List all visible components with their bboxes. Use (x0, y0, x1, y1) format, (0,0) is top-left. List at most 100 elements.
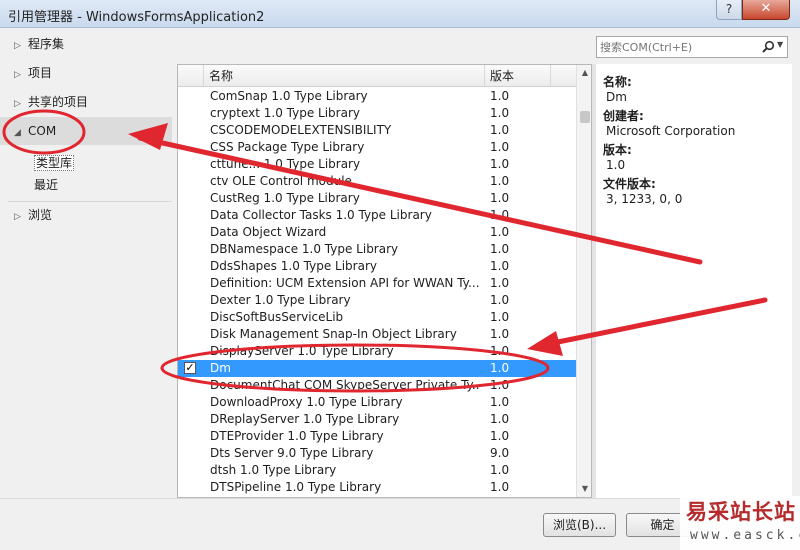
table-row[interactable]: CSCODEMODELEXTENSIBILITY 1.0 (178, 122, 576, 139)
collapse-arrow-icon: ◢ (14, 128, 21, 138)
row-checkbox[interactable] (184, 414, 195, 425)
row-checkbox[interactable] (184, 312, 195, 323)
nav-subitem-recent[interactable]: 最近 (0, 174, 172, 196)
nav-item-label: COM (28, 124, 57, 138)
row-checkbox[interactable] (184, 159, 195, 170)
row-checkbox[interactable] (184, 295, 195, 306)
row-version: 1.0 (490, 225, 510, 239)
table-row[interactable]: Definition: UCM Extension API for WWAN T… (178, 275, 576, 292)
table-row[interactable]: Data Collector Tasks 1.0 Type Library 1.0 (178, 207, 576, 224)
help-button[interactable]: ? (716, 0, 742, 20)
nav-item-shared-projects[interactable]: ▷ 共享的项目 (0, 90, 172, 114)
table-row[interactable]: DocumentChat COM SkypeServer Private Ty.… (178, 377, 576, 394)
detail-version-value: 1.0 (606, 158, 626, 172)
row-name: cttune... 1.0 Type Library (210, 157, 361, 171)
search-box[interactable]: ▼ (596, 36, 788, 58)
row-name: Data Collector Tasks 1.0 Type Library (210, 208, 432, 222)
table-row[interactable]: DiscSoftBusServiceLib 1.0 (178, 309, 576, 326)
expand-arrow-icon: ▷ (14, 70, 21, 80)
row-version: 9.0 (490, 446, 510, 460)
table-row[interactable]: Data Object Wizard 1.0 (178, 224, 576, 241)
watermark-cn: 易采站长站 (686, 499, 796, 524)
row-version: 1.0 (490, 174, 510, 188)
table-row[interactable]: Dexter 1.0 Type Library 1.0 (178, 292, 576, 309)
nav-item-label: 程序集 (28, 37, 65, 51)
row-version: 1.0 (490, 412, 510, 426)
com-reference-list: 名称 版本 ComSnap 1.0 Type Library 1.0 cryptex… (177, 64, 592, 498)
row-checkbox[interactable] (184, 380, 195, 391)
table-row[interactable]: DisplayServer 1.0 Type Library 1.0 (178, 343, 576, 360)
table-row[interactable]: cttune... 1.0 Type Library 1.0 (178, 156, 576, 173)
row-checkbox-checked[interactable]: ✓ (184, 362, 196, 374)
table-row[interactable]: CustReg 1.0 Type Library 1.0 (178, 190, 576, 207)
table-row[interactable]: dtsh 1.0 Type Library 1.0 (178, 462, 576, 479)
nav-item-label: 项目 (28, 66, 53, 80)
nav-item-assemblies[interactable]: ▷ 程序集 (0, 32, 172, 56)
row-checkbox[interactable] (184, 125, 195, 136)
row-checkbox[interactable] (184, 244, 195, 255)
table-row[interactable]: ComSnap 1.0 Type Library 1.0 (178, 88, 576, 105)
nav-item-label: 浏览 (28, 208, 53, 222)
row-checkbox[interactable] (184, 91, 195, 102)
table-row-selected[interactable]: ✓ Dm 1.0 (178, 360, 576, 377)
nav-item-projects[interactable]: ▷ 项目 (0, 61, 172, 85)
row-checkbox[interactable] (184, 142, 195, 153)
search-input[interactable] (600, 39, 760, 55)
header-version[interactable]: 版本 (485, 65, 551, 87)
row-checkbox[interactable] (184, 193, 195, 204)
row-checkbox[interactable] (184, 176, 195, 187)
row-checkbox[interactable] (184, 397, 195, 408)
nav-divider (8, 201, 172, 202)
row-name: Definition: UCM Extension API for WWAN T… (210, 276, 480, 290)
nav-item-browse[interactable]: ▷ 浏览 (0, 203, 172, 227)
row-name: Disk Management Snap-In Object Library (210, 327, 457, 341)
list-scrollbar[interactable]: ▲ ▼ (576, 65, 591, 497)
table-row[interactable]: DownloadProxy 1.0 Type Library 1.0 (178, 394, 576, 411)
row-checkbox[interactable] (184, 465, 195, 476)
search-options-dropdown-icon[interactable]: ▼ (777, 40, 783, 49)
table-row[interactable]: DTEProvider 1.0 Type Library 1.0 (178, 428, 576, 445)
row-checkbox[interactable] (184, 448, 195, 459)
watermark-en: www.easck.com (690, 528, 800, 543)
table-row[interactable]: DBNamespace 1.0 Type Library 1.0 (178, 241, 576, 258)
browse-button[interactable]: 浏览(B)... (543, 513, 616, 537)
table-row[interactable]: CSS Package Type Library 1.0 (178, 139, 576, 156)
row-checkbox[interactable] (184, 346, 195, 357)
row-name: ctv OLE Control module (210, 174, 352, 188)
expand-arrow-icon: ▷ (14, 41, 21, 51)
row-checkbox[interactable] (184, 431, 195, 442)
search-icon[interactable] (761, 40, 775, 54)
table-row[interactable]: ctv OLE Control module 1.0 (178, 173, 576, 190)
row-name: DisplayServer 1.0 Type Library (210, 344, 394, 358)
scroll-down-icon[interactable]: ▼ (577, 481, 591, 497)
table-row[interactable]: DdsShapes 1.0 Type Library 1.0 (178, 258, 576, 275)
details-panel: 名称: Dm 创建者: Microsoft Corporation 版本: 1.… (596, 64, 792, 498)
table-row[interactable]: cryptext 1.0 Type Library 1.0 (178, 105, 576, 122)
table-row[interactable]: Disk Management Snap-In Object Library 1.… (178, 326, 576, 343)
expand-arrow-icon: ▷ (14, 99, 21, 109)
detail-creator-value: Microsoft Corporation (606, 124, 736, 138)
row-checkbox[interactable] (184, 108, 195, 119)
row-checkbox[interactable] (184, 261, 195, 272)
row-version: 1.0 (490, 429, 510, 443)
row-name: dtsh 1.0 Type Library (210, 463, 337, 477)
row-checkbox[interactable] (184, 227, 195, 238)
table-row[interactable]: Dts Server 9.0 Type Library 9.0 (178, 445, 576, 462)
row-version: 1.0 (490, 140, 510, 154)
table-row[interactable]: DTSPipeline 1.0 Type Library 1.0 (178, 479, 576, 496)
nav-subitem-type-libraries[interactable]: 类型库 (0, 152, 172, 174)
scroll-up-icon[interactable]: ▲ (577, 65, 591, 81)
row-checkbox[interactable] (184, 210, 195, 221)
table-row[interactable]: DReplayServer 1.0 Type Library 1.0 (178, 411, 576, 428)
header-name[interactable]: 名称 (204, 65, 485, 87)
close-button[interactable]: ✕ (742, 0, 790, 20)
row-version: 1.0 (490, 361, 510, 375)
nav-item-com[interactable]: ◢ COM (0, 117, 172, 145)
row-name: cryptext 1.0 Type Library (210, 106, 360, 120)
row-checkbox[interactable] (184, 482, 195, 493)
scroll-thumb[interactable] (580, 111, 590, 123)
row-checkbox[interactable] (184, 278, 195, 289)
row-name: DdsShapes 1.0 Type Library (210, 259, 377, 273)
row-checkbox[interactable] (184, 329, 195, 340)
row-name: DiscSoftBusServiceLib (210, 310, 344, 324)
